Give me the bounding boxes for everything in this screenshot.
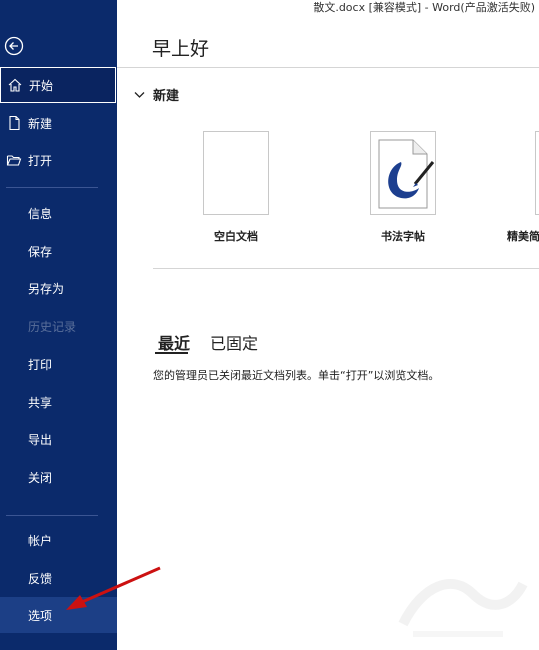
tab-recent[interactable]: 最近: [158, 330, 190, 354]
nav-share-label: 共享: [28, 395, 53, 410]
window-title: 散文.docx [兼容模式] - Word(产品激活失败): [313, 1, 535, 14]
template-third-label[interactable]: 精美简: [507, 228, 539, 244]
calligraphy-doc-icon: [378, 139, 435, 209]
tab-pinned[interactable]: 已固定: [210, 330, 258, 354]
nav-export[interactable]: 导出: [0, 421, 117, 457]
watermark-logo-icon: [398, 579, 528, 637]
nav-info[interactable]: 信息: [0, 195, 117, 231]
nav-close[interactable]: 关闭: [0, 459, 117, 495]
recent-docs-notice: 您的管理员已关闭最近文档列表。单击“打开”以浏览文档。: [153, 369, 440, 382]
chevron-down-icon: [134, 91, 145, 98]
nav-account[interactable]: 帐户: [0, 522, 117, 558]
new-section-toggle[interactable]: 新建: [134, 85, 179, 104]
nav-account-label: 帐户: [28, 533, 53, 548]
nav-history: 历史记录: [0, 308, 117, 344]
template-blank-label[interactable]: 空白文档: [214, 228, 258, 244]
nav-info-label: 信息: [28, 206, 53, 221]
nav-home[interactable]: 开始: [0, 67, 116, 103]
template-blank-thumbnail[interactable]: [203, 131, 269, 215]
backstage-sidebar: 开始 新建 打开 信息 保存 另存为 历史记录 打印 共享 导出 关闭 帐户 反…: [0, 0, 117, 650]
nav-open-label: 打开: [28, 153, 53, 168]
new-doc-icon: [6, 115, 22, 131]
sidebar-divider-bottom: [6, 515, 98, 516]
annotation-arrow-icon: [66, 566, 161, 610]
home-icon: [7, 77, 23, 93]
template-third-thumbnail[interactable]: [535, 131, 539, 215]
nav-open[interactable]: 打开: [0, 142, 117, 178]
nav-history-label: 历史记录: [28, 319, 77, 334]
nav-save-as-label: 另存为: [28, 281, 65, 296]
template-calligraphy-label[interactable]: 书法字帖: [381, 228, 425, 244]
nav-export-label: 导出: [28, 432, 53, 447]
templates-divider: [153, 268, 539, 269]
nav-share[interactable]: 共享: [0, 384, 117, 420]
nav-new[interactable]: 新建: [0, 105, 117, 141]
nav-save[interactable]: 保存: [0, 233, 117, 269]
open-folder-icon: [6, 152, 22, 168]
nav-home-label: 开始: [29, 78, 54, 93]
nav-close-label: 关闭: [28, 470, 53, 485]
nav-new-label: 新建: [28, 116, 53, 131]
back-arrow-icon: [4, 36, 24, 56]
page-greeting: 早上好: [152, 38, 210, 60]
nav-options-label: 选项: [28, 608, 53, 623]
tab-recent-underline: [155, 352, 188, 354]
nav-feedback-label: 反馈: [28, 571, 53, 586]
sidebar-divider: [6, 187, 98, 188]
nav-save-as[interactable]: 另存为: [0, 270, 117, 306]
nav-print[interactable]: 打印: [0, 346, 117, 382]
new-section-label: 新建: [153, 89, 180, 104]
nav-save-label: 保存: [28, 244, 53, 259]
header-divider: [117, 67, 539, 68]
back-button[interactable]: [4, 36, 24, 56]
nav-print-label: 打印: [28, 357, 53, 372]
template-calligraphy-thumbnail[interactable]: [370, 131, 436, 215]
